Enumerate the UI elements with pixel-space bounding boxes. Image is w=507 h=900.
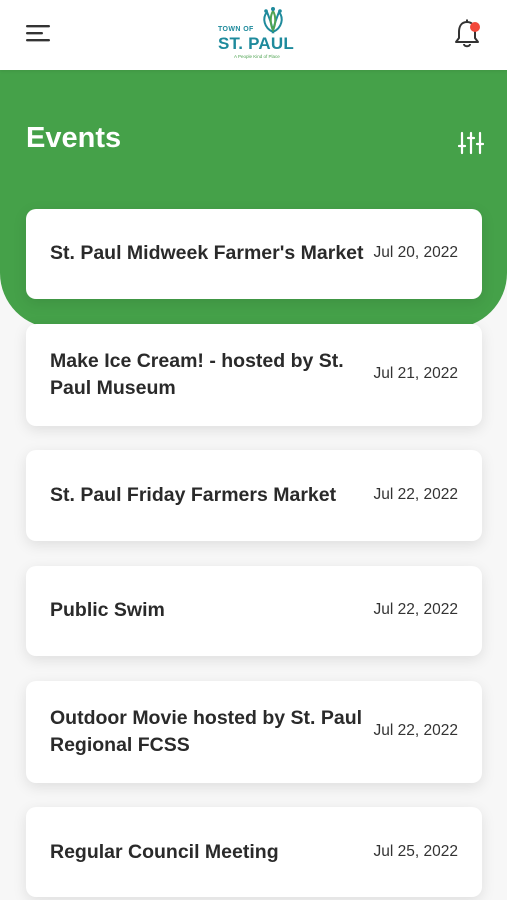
event-card[interactable]: St. Paul Friday Farmers Market Jul 22, 2… [26, 450, 482, 541]
hamburger-menu-icon [26, 25, 50, 42]
event-date: Jul 22, 2022 [373, 486, 458, 503]
event-date: Jul 21, 2022 [373, 365, 458, 382]
logo-name: ST. PAUL [218, 34, 294, 53]
event-date: Jul 22, 2022 [373, 601, 458, 618]
event-title: Public Swim [50, 599, 165, 621]
filter-button[interactable] [457, 130, 485, 156]
event-card[interactable]: Public Swim Jul 22, 2022 [26, 566, 482, 656]
event-card[interactable]: Outdoor Movie hosted by St. Paul Regiona… [26, 681, 482, 783]
event-date: Jul 22, 2022 [373, 722, 458, 739]
event-title: Make Ice Cream! - hosted by St. Paul Mus… [50, 350, 344, 399]
logo-tagline: A People Kind of Place [234, 54, 280, 59]
notification-badge [470, 22, 480, 32]
event-card[interactable]: Regular Council Meeting Jul 25, 2022 [26, 807, 482, 897]
event-date: Jul 20, 2022 [373, 244, 458, 261]
event-title: Regular Council Meeting [50, 841, 279, 863]
page-title: Events [26, 122, 122, 154]
notifications-button[interactable] [452, 18, 486, 52]
event-title: St. Paul Friday Farmers Market [50, 484, 337, 506]
event-title: St. Paul Midweek Farmer's Market [50, 242, 364, 264]
logo-town-of: TOWN OF [218, 26, 254, 33]
event-card[interactable]: St. Paul Midweek Farmer's Market Jul 20,… [26, 209, 482, 299]
logo-flower-icon [263, 7, 283, 34]
town-logo[interactable]: TOWN OF ST. PAUL A People Kind of Place [214, 6, 298, 62]
event-title: Outdoor Movie hosted by St. Paul Regiona… [50, 707, 363, 756]
event-date: Jul 25, 2022 [373, 843, 458, 860]
menu-button[interactable] [24, 22, 56, 48]
top-app-bar: TOWN OF ST. PAUL A People Kind of Place [0, 0, 507, 70]
event-card[interactable]: Make Ice Cream! - hosted by St. Paul Mus… [26, 324, 482, 426]
sliders-filter-icon [457, 131, 485, 155]
